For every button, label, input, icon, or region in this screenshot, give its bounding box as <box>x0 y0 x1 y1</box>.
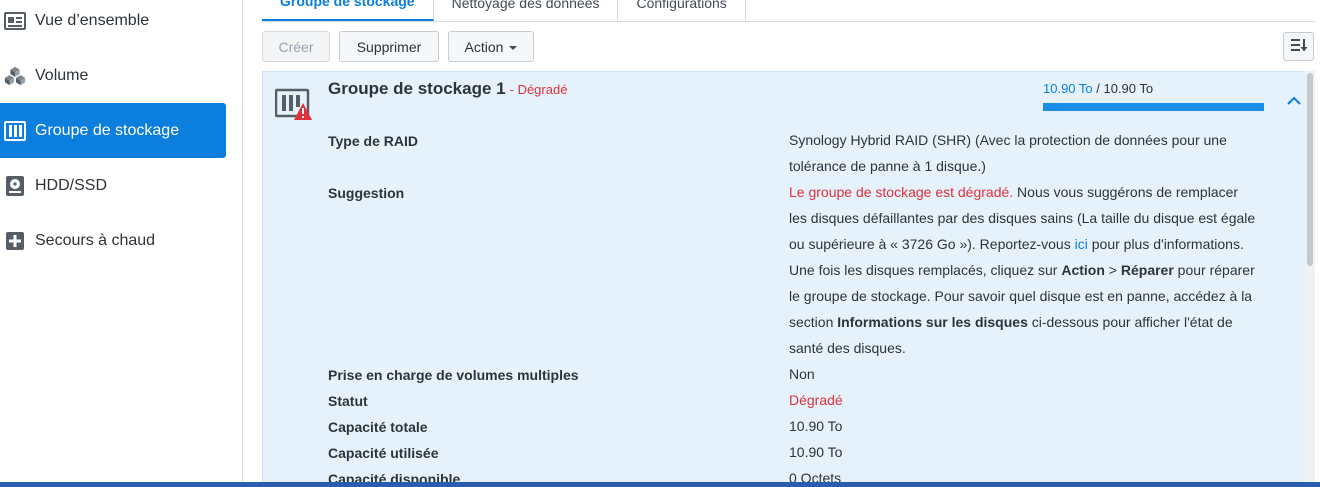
tab-bar: Groupe de stockage Nettoyage des données… <box>262 0 746 21</box>
multi-volume-value: Non <box>789 366 815 382</box>
total-capacity-value: 10.90 To <box>789 418 843 434</box>
suggestion-value: Le groupe de stockage est dégradé. Nous … <box>789 179 1259 361</box>
pool-title: Groupe de stockage 1- Dégradé <box>328 79 567 99</box>
usage-bar <box>1043 103 1264 111</box>
delete-button[interactable]: Supprimer <box>339 31 439 62</box>
usage-bar-fill <box>1043 103 1264 111</box>
pool-status: - Dégradé <box>509 82 568 97</box>
sidebar-item-label: Secours à chaud <box>35 231 156 249</box>
sort-button[interactable] <box>1283 32 1314 61</box>
suggestion-text: > <box>1104 262 1121 278</box>
action-dropdown[interactable]: Action <box>448 31 534 62</box>
tab-data-scrubbing[interactable]: Nettoyage des données <box>434 0 619 21</box>
pool-name: Groupe de stockage 1 <box>328 79 506 98</box>
storage-pool-panel: Groupe de stockage 1- Dégradé 10.90 To /… <box>262 71 1315 487</box>
create-button[interactable]: Créer <box>262 31 330 62</box>
volume-cubes-icon <box>4 65 26 87</box>
suggestion-action-word: Action <box>1061 262 1105 278</box>
usage-text: 10.90 To / 10.90 To <box>1043 81 1153 96</box>
sidebar-item-label: Vue d’ensemble <box>35 11 150 29</box>
scrollbar[interactable] <box>1305 71 1315 487</box>
multi-volume-label: Prise en charge de volumes multiples <box>328 367 579 383</box>
raid-type-label: Type de RAID <box>328 133 418 149</box>
suggestion-disk-info-words: Informations sur les disques <box>837 314 1028 330</box>
sidebar-item-label: Groupe de stockage <box>35 121 180 139</box>
status-value: Dégradé <box>789 392 843 408</box>
sidebar-item-label: HDD/SSD <box>35 176 108 194</box>
hot-spare-icon <box>4 230 26 252</box>
suggestion-label: Suggestion <box>328 185 405 201</box>
taskbar-edge <box>0 482 1320 487</box>
collapse-chevron-up-icon[interactable] <box>1283 90 1305 112</box>
raid-type-value: Synology Hybrid RAID (SHR) (Avec la prot… <box>789 132 1227 174</box>
usage-total: 10.90 To <box>1103 81 1154 96</box>
status-label: Statut <box>328 393 368 409</box>
sidebar-item-hdd-ssd[interactable]: HDD/SSD <box>0 158 226 213</box>
sort-icon <box>1290 37 1308 56</box>
chevron-down-icon <box>509 45 518 50</box>
sidebar-item-overview[interactable]: Vue d’ensemble <box>0 0 226 48</box>
action-label: Action <box>464 38 504 55</box>
usage-separator: / <box>1092 81 1104 96</box>
suggestion-help-link[interactable]: ici <box>1075 236 1088 252</box>
tab-divider <box>262 21 1315 22</box>
scrollbar-thumb[interactable] <box>1307 73 1313 266</box>
overview-icon <box>4 10 26 32</box>
used-capacity-value: 10.90 To <box>789 444 843 460</box>
sidebar-item-label: Volume <box>35 66 89 84</box>
sidebar-item-storage-pool[interactable]: Groupe de stockage <box>0 103 226 158</box>
used-capacity-label: Capacité utilisée <box>328 445 439 461</box>
tab-configurations[interactable]: Configurations <box>618 0 746 21</box>
tab-storage-pool[interactable]: Groupe de stockage <box>262 0 434 21</box>
hdd-icon <box>4 175 26 197</box>
storage-pool-icon <box>4 120 26 142</box>
sidebar-item-hot-spare[interactable]: Secours à chaud <box>0 213 226 268</box>
suggestion-repair-word: Réparer <box>1120 262 1174 278</box>
suggestion-degraded-text: Le groupe de stockage est dégradé. <box>789 184 1014 200</box>
sidebar-item-volume[interactable]: Volume <box>0 48 226 103</box>
usage-used: 10.90 To <box>1043 81 1093 96</box>
total-capacity-label: Capacité totale <box>328 419 428 435</box>
storage-pool-warning-icon <box>274 85 312 120</box>
sidebar: Vue d’ensemble Volume Groupe de stockage… <box>0 0 243 487</box>
